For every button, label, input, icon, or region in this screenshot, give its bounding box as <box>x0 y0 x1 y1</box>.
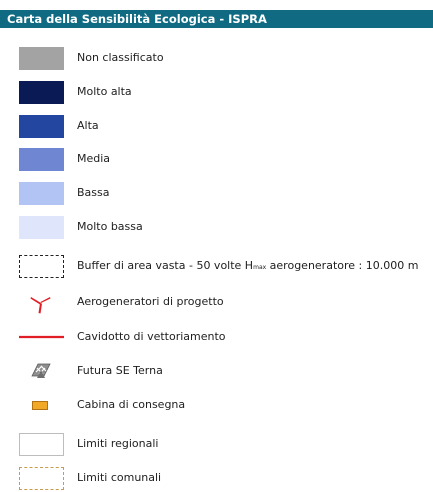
legend-label: Molto bassa <box>77 220 143 233</box>
swatch-molto-bassa <box>19 216 64 239</box>
legend-label: Cabina di consegna <box>77 398 186 411</box>
municipal-limit-box <box>19 467 64 490</box>
legend-item-substation: Futura SE Terna <box>0 357 433 385</box>
legend-title-bar: Carta della Sensibilità Ecologica - ISPR… <box>0 10 433 28</box>
turbine-icon <box>30 297 51 314</box>
swatch-alta <box>19 115 64 138</box>
legend-item-alta: Alta <box>0 112 433 140</box>
legend-item-buffer: Buffer di area vasta - 50 volte Hmax aer… <box>0 252 433 280</box>
legend-label: Futura SE Terna <box>77 364 163 377</box>
legend-label: Alta <box>77 119 99 132</box>
swatch-media <box>19 148 64 171</box>
swatch-molto-alta <box>19 81 64 104</box>
legend-item-cable: Cavidotto di vettoriamento <box>0 323 433 351</box>
legend-label: Molto alta <box>77 85 132 98</box>
legend-item-media: Media <box>0 145 433 173</box>
legend-label: Bassa <box>77 186 110 199</box>
legend-item-molto-alta: Molto alta <box>0 78 433 106</box>
cabin-swatch <box>32 401 48 410</box>
legend-label: Aerogeneratori di progetto <box>77 295 224 308</box>
swatch-non-classificato <box>19 47 64 70</box>
legend-label: Non classificato <box>77 51 164 64</box>
buffer-dashed-box <box>19 255 64 278</box>
legend-item-non-classificato: Non classificato <box>0 44 433 72</box>
cable-line-icon <box>19 335 64 339</box>
legend-item-cabin: Cabina di consegna <box>0 391 433 419</box>
legend-label: Media <box>77 152 111 165</box>
legend-item-molto-bassa: Molto bassa <box>0 213 433 241</box>
swatch-bassa <box>19 182 64 205</box>
legend-item-bassa: Bassa <box>0 179 433 207</box>
legend-label: Cavidotto di vettoriamento <box>77 330 226 343</box>
legend-label: Buffer di area vasta - 50 volte Hmax aer… <box>77 259 419 272</box>
substation-icon <box>31 363 51 378</box>
legend-label: Limiti regionali <box>77 437 159 450</box>
legend-item-turbines: Aerogeneratori di progetto <box>0 288 433 316</box>
legend-label: Limiti comunali <box>77 471 162 484</box>
regional-limit-box <box>19 433 64 456</box>
legend-item-municipal: Limiti comunali <box>0 464 433 492</box>
legend-item-regional: Limiti regionali <box>0 430 433 458</box>
